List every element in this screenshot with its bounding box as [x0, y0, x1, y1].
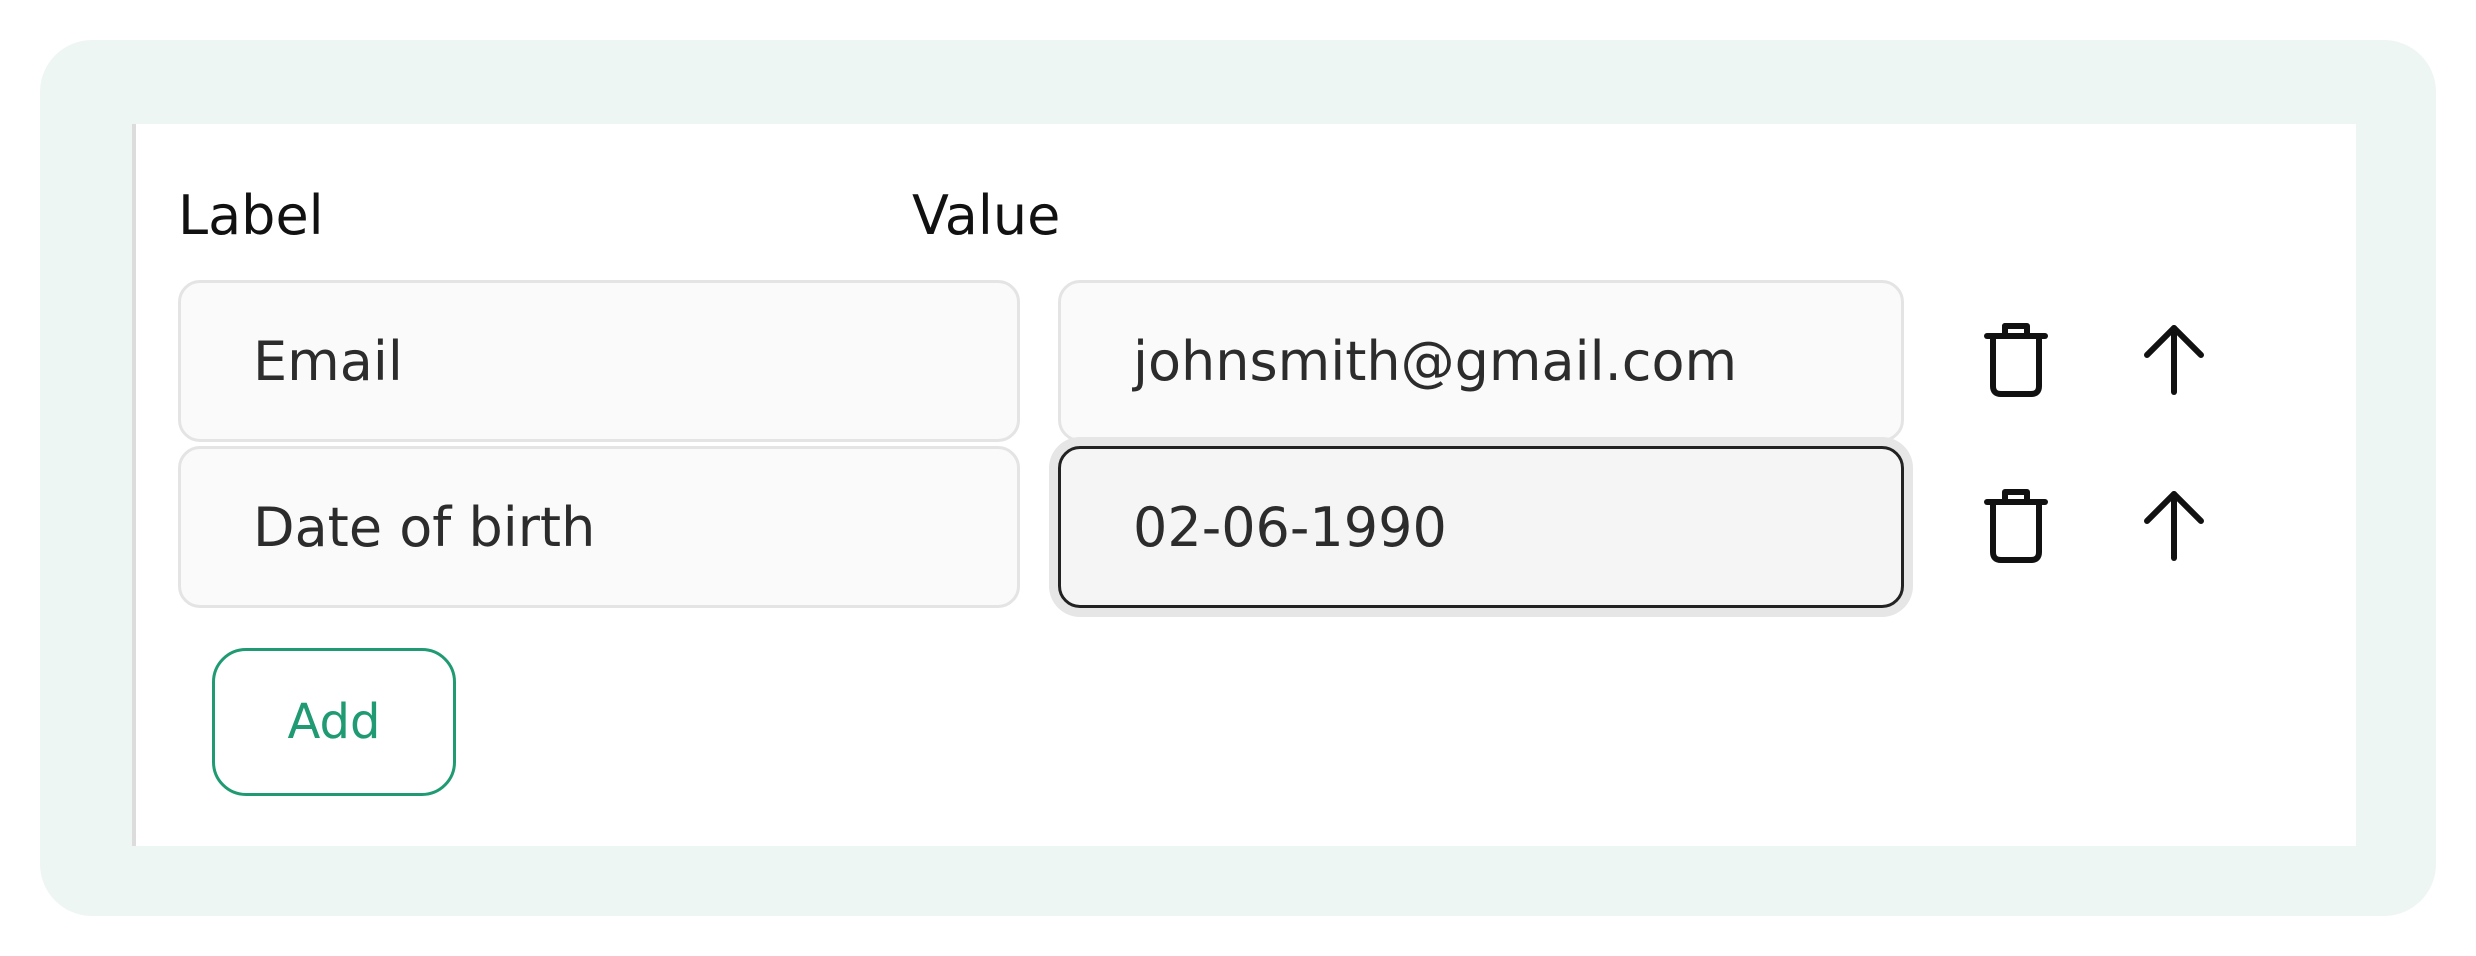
trash-icon: [1984, 323, 2048, 397]
arrow-up-icon: [2144, 325, 2204, 395]
delete-row-button[interactable]: [1968, 476, 2064, 572]
add-row-button[interactable]: Add: [212, 648, 456, 796]
value-input-date-of-birth[interactable]: 02-06-1990: [1058, 446, 1904, 608]
delete-row-button[interactable]: [1968, 310, 2064, 406]
label-input-date-of-birth[interactable]: Date of birth: [178, 446, 1020, 608]
label-column-header: Label: [178, 184, 324, 247]
label-input-email[interactable]: Email: [178, 280, 1020, 442]
trash-icon: [1984, 489, 2048, 563]
move-up-button[interactable]: [2126, 310, 2222, 406]
move-up-button[interactable]: [2126, 476, 2222, 572]
value-input-email[interactable]: johnsmith@gmail.com: [1058, 280, 1904, 442]
arrow-up-icon: [2144, 491, 2204, 561]
value-column-header: Value: [912, 184, 1061, 247]
